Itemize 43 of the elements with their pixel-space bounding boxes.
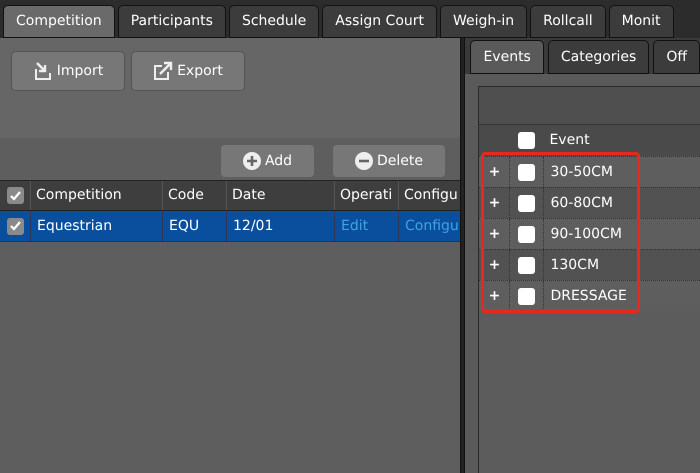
toolbar-button[interactable]: Import (11, 51, 125, 91)
column-header: Code (162, 181, 226, 210)
row-checkbox[interactable] (518, 288, 536, 304)
column-header: Event (548, 131, 590, 150)
action-button[interactable]: Delete (333, 145, 445, 177)
tab[interactable]: Assign Court (322, 5, 438, 38)
row-checkbox[interactable] (518, 226, 536, 242)
tab[interactable]: Monit (608, 5, 674, 38)
tab[interactable]: Events (470, 40, 544, 74)
column-header: Date (226, 181, 334, 210)
export-arrow-icon (153, 61, 174, 81)
expand-button[interactable]: + (479, 254, 510, 276)
tab[interactable]: Schedule (228, 5, 320, 38)
tab[interactable]: Categories (548, 40, 650, 74)
check-icon (10, 190, 20, 200)
check-icon (10, 221, 20, 231)
select-all-checkbox[interactable] (6, 187, 24, 204)
row-checkbox[interactable] (518, 194, 536, 212)
tab[interactable]: Off (653, 40, 700, 74)
expand-button[interactable]: + (479, 224, 510, 244)
import-arrow-icon (32, 61, 53, 81)
expand-button[interactable]: + (479, 162, 510, 182)
expand-button[interactable]: + (479, 286, 510, 306)
row-checkbox[interactable] (518, 256, 536, 274)
plus-circle-icon (242, 152, 261, 170)
tab[interactable]: Competition (3, 5, 115, 38)
table-cell: 12/01 (226, 211, 334, 241)
event-name: DRESSAGE (543, 281, 627, 311)
column-header: Operati (334, 181, 398, 210)
select-all-checkbox[interactable] (518, 132, 535, 149)
action-button[interactable]: Add (221, 145, 314, 177)
tab[interactable]: Rollcall (530, 5, 606, 38)
expand-button[interactable]: + (479, 192, 510, 214)
tab[interactable]: Weigh-in (440, 5, 528, 38)
row-checkbox[interactable] (6, 218, 24, 234)
tab[interactable]: Participants (118, 5, 226, 38)
table-row[interactable]: Equestrian EQU 12/01 Edit Configu (0, 211, 460, 242)
minus-circle-icon (355, 152, 373, 170)
toolbar-button[interactable]: Export (131, 51, 245, 91)
row-checkbox[interactable] (518, 164, 536, 180)
table-cell: EQU (162, 211, 226, 241)
column-header: Competition (30, 181, 162, 210)
table-cell: Equestrian (30, 211, 162, 241)
